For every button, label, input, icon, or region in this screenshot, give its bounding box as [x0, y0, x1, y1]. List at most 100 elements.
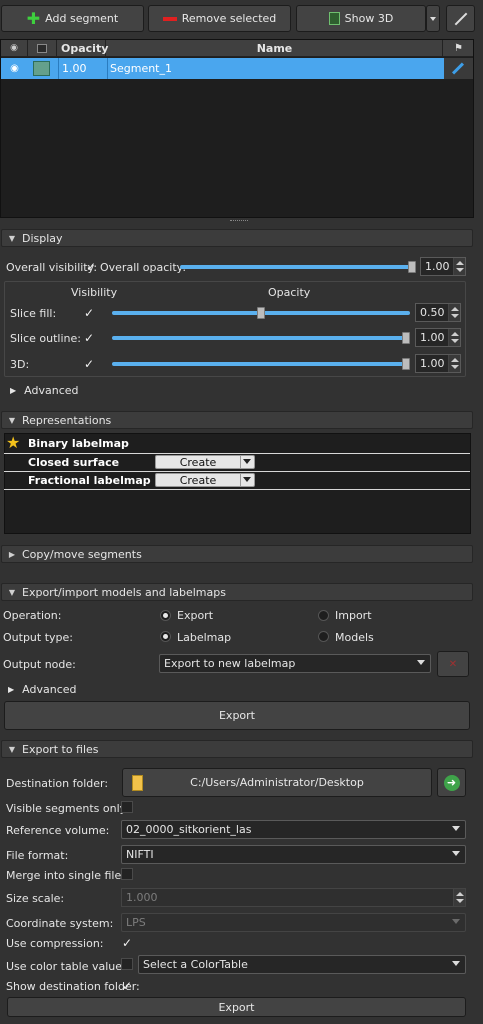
- opacity-header[interactable]: Opacity: [58, 40, 108, 57]
- arrow-right-icon: ➜: [443, 774, 460, 791]
- representations-section-header[interactable]: ▼ Representations: [1, 411, 473, 429]
- threed-opacity-spinbox[interactable]: 1.00: [415, 354, 461, 373]
- plus-icon: ✚: [26, 9, 41, 28]
- divider: [4, 471, 470, 472]
- visible-segments-only-label: Visible segments only:: [6, 802, 130, 815]
- import-radio-label[interactable]: Import: [335, 609, 372, 622]
- overall-opacity-slider[interactable]: [180, 265, 414, 269]
- fractional-labelmap-create-button[interactable]: Create: [155, 473, 255, 487]
- labelmap-radio-label[interactable]: Labelmap: [177, 631, 231, 644]
- copy-move-section-header[interactable]: ▶ Copy/move segments: [1, 545, 473, 563]
- splitter-handle[interactable]: [230, 220, 248, 223]
- models-radio-label[interactable]: Models: [335, 631, 374, 644]
- slice-fill-label: Slice fill:: [10, 307, 57, 320]
- add-segment-button[interactable]: ✚ Add segment: [1, 5, 144, 32]
- threed-checkbox[interactable]: ✓: [84, 358, 94, 370]
- overall-opacity-handle[interactable]: [408, 261, 416, 273]
- flag-header-icon[interactable]: ⚑: [444, 40, 473, 57]
- collapse-arrow-icon: ▼: [8, 233, 16, 243]
- edit-segmentation-button[interactable]: [446, 5, 475, 32]
- slice-fill-handle[interactable]: [257, 307, 265, 319]
- opacity-column-label: Opacity: [268, 286, 311, 299]
- minus-icon: [162, 16, 177, 21]
- chevron-down-icon: [430, 16, 436, 21]
- edit-pencil-icon[interactable]: [444, 58, 473, 79]
- fractional-labelmap-label: Fractional labelmap: [28, 474, 151, 487]
- divider: [4, 489, 470, 490]
- threed-opacity-slider[interactable]: [112, 362, 410, 366]
- export-import-section-header[interactable]: ▼ Export/import models and labelmaps: [1, 583, 473, 601]
- export-radio[interactable]: [160, 610, 171, 621]
- folder-icon: [132, 775, 143, 791]
- segment-name-cell[interactable]: Segment_1: [107, 58, 443, 79]
- slice-fill-checkbox[interactable]: ✓: [84, 307, 94, 319]
- show-3d-button[interactable]: Show 3D: [296, 5, 426, 32]
- export-radio-label[interactable]: Export: [177, 609, 213, 622]
- threed-opacity-handle[interactable]: [402, 358, 410, 370]
- coordinate-system-select[interactable]: LPS: [121, 913, 466, 932]
- import-radio[interactable]: [318, 610, 329, 621]
- master-star-icon: ★: [6, 433, 21, 452]
- export-button[interactable]: Export: [4, 701, 470, 730]
- export-files-button[interactable]: Export: [7, 997, 466, 1017]
- show-destination-folder-checkbox[interactable]: ✓: [122, 980, 132, 992]
- destination-folder-label: Destination folder:: [6, 777, 109, 790]
- closed-surface-label: Closed surface: [28, 456, 120, 469]
- slice-outline-checkbox[interactable]: ✓: [84, 332, 94, 344]
- merge-single-file-checkbox[interactable]: [121, 868, 133, 880]
- export-advanced-toggle[interactable]: ▶ Advanced: [8, 683, 77, 696]
- color-table-select[interactable]: Select a ColorTable: [138, 955, 466, 974]
- slice-outline-slider[interactable]: [112, 336, 410, 340]
- size-scale-spinbox[interactable]: 1.000: [121, 888, 466, 907]
- remove-selected-button[interactable]: Remove selected: [148, 5, 291, 32]
- size-scale-label: Size scale:: [6, 892, 65, 905]
- display-section-header[interactable]: ▼ Display: [1, 229, 473, 247]
- expand-arrow-icon: ▶: [8, 549, 16, 559]
- slice-fill-spinbox[interactable]: 0.50: [415, 303, 461, 322]
- threed-label: 3D:: [10, 358, 30, 371]
- visible-segments-only-checkbox[interactable]: [121, 801, 133, 813]
- overall-opacity-spinbox[interactable]: 1.00: [420, 257, 466, 276]
- output-type-label: Output type:: [3, 631, 73, 644]
- visibility-eye-icon[interactable]: ◉: [1, 58, 28, 79]
- display-advanced-toggle[interactable]: ▶ Advanced: [10, 384, 79, 397]
- models-radio[interactable]: [318, 631, 329, 642]
- collapse-arrow-icon: ▼: [8, 744, 16, 754]
- color-header-icon[interactable]: [29, 40, 57, 57]
- file-format-select[interactable]: NIFTI: [121, 845, 466, 864]
- slice-outline-spinbox[interactable]: 1.00: [415, 328, 461, 347]
- file-format-label: File format:: [6, 849, 69, 862]
- output-node-select[interactable]: Export to new labelmap: [159, 654, 431, 673]
- overall-visibility-checkbox[interactable]: ✓: [86, 261, 96, 273]
- use-color-table-checkbox[interactable]: [121, 958, 133, 970]
- slice-outline-handle[interactable]: [402, 332, 410, 344]
- cube-3d-icon: [328, 12, 340, 25]
- show-3d-dropdown[interactable]: [426, 5, 440, 32]
- export-files-section-header[interactable]: ▼ Export to files: [1, 740, 473, 758]
- divider: [4, 453, 470, 454]
- merge-single-file-label: Merge into single file:: [6, 869, 125, 882]
- name-header[interactable]: Name: [107, 40, 443, 57]
- collapse-arrow-icon: ▼: [8, 415, 16, 425]
- segment-opacity-cell[interactable]: 1.00: [58, 58, 106, 79]
- use-compression-label: Use compression:: [6, 937, 104, 950]
- close-icon: ✕: [448, 658, 458, 670]
- clear-output-node-button[interactable]: ✕: [437, 651, 469, 677]
- overall-opacity-label: Overall opacity:: [100, 261, 187, 274]
- slice-outline-label: Slice outline:: [10, 332, 81, 345]
- segment-color-swatch[interactable]: [33, 61, 50, 76]
- binary-labelmap-label: Binary labelmap: [28, 437, 129, 450]
- labelmap-radio[interactable]: [160, 631, 171, 642]
- open-folder-button[interactable]: ➜: [437, 768, 466, 797]
- coordinate-system-label: Coordinate system:: [6, 917, 114, 930]
- use-color-table-label: Use color table values:: [6, 960, 132, 973]
- reference-volume-select[interactable]: 02_0000_sitkorient_las: [121, 820, 466, 839]
- closed-surface-create-button[interactable]: Create: [155, 455, 255, 469]
- use-compression-checkbox[interactable]: ✓: [122, 937, 132, 949]
- destination-folder-button[interactable]: C:/Users/Administrator/Desktop: [122, 768, 432, 797]
- eye-header-icon[interactable]: ◉: [1, 40, 28, 57]
- overall-visibility-label: Overall visibility:: [6, 261, 98, 274]
- reference-volume-label: Reference volume:: [6, 824, 110, 837]
- expand-arrow-icon: ▶: [8, 685, 15, 694]
- show-destination-folder-label: Show destination folder:: [6, 980, 140, 993]
